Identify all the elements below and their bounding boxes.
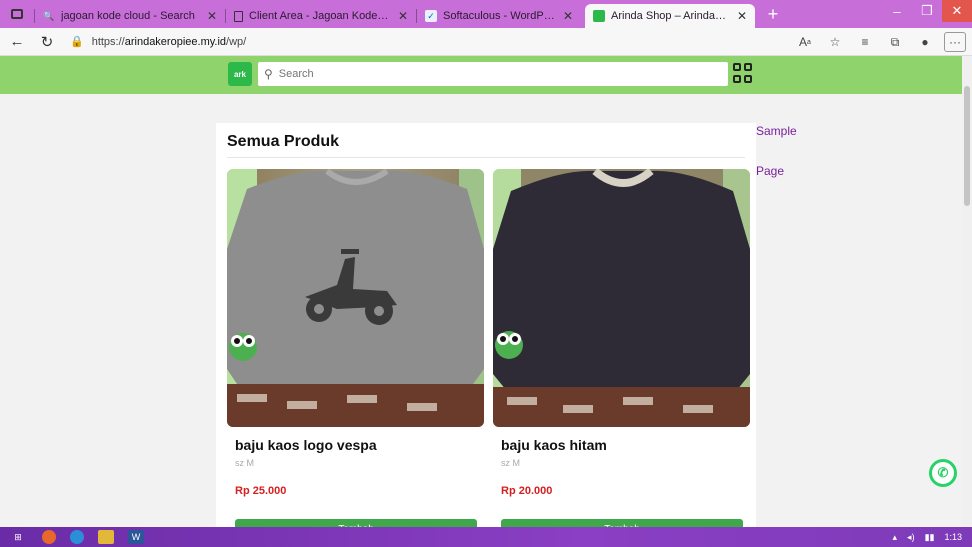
close-icon[interactable]: ✕ bbox=[563, 9, 573, 23]
softaculous-icon: ✓ bbox=[425, 10, 437, 22]
tab-actions-button[interactable] bbox=[6, 3, 28, 25]
volume-icon[interactable]: ◂) bbox=[907, 532, 915, 543]
lock-icon: 🔒 bbox=[70, 36, 84, 48]
product-size: sz M bbox=[235, 458, 254, 468]
search-icon: 🔍 bbox=[43, 10, 55, 21]
address-bar: ← ↻ 🔒 https://arindakeropiee.my.id/wp/ A… bbox=[0, 28, 972, 56]
section-title: Semua Produk bbox=[227, 133, 340, 150]
url-field[interactable]: 🔒 https://arindakeropiee.my.id/wp/ bbox=[70, 31, 760, 53]
tab-title: Arinda Shop – Arinda Keropiee bbox=[611, 10, 729, 22]
scrollbar-thumb[interactable] bbox=[964, 86, 970, 206]
close-icon[interactable]: ✕ bbox=[207, 9, 217, 23]
add-to-cart-button[interactable]: Tambah bbox=[501, 519, 743, 527]
minimize-button[interactable]: – bbox=[882, 0, 912, 22]
url-host: arindakeropiee.my.id bbox=[124, 35, 227, 48]
add-to-cart-button[interactable]: Tambah bbox=[235, 519, 477, 527]
site-logo[interactable]: ark bbox=[228, 62, 252, 86]
page-scrollbar[interactable] bbox=[962, 56, 972, 527]
product-price: Rp 25.000 bbox=[235, 485, 287, 497]
search-input[interactable] bbox=[278, 68, 699, 80]
product-card[interactable]: baju kaos logo vespa sz M Rp 25.000 Tamb… bbox=[227, 169, 484, 527]
sidebar-links: Sample Page bbox=[744, 108, 824, 194]
site-icon bbox=[593, 10, 605, 22]
sidebar-link-label: Sample bbox=[756, 124, 797, 138]
new-tab-button[interactable]: + bbox=[761, 2, 785, 26]
clock[interactable]: 1:13 bbox=[944, 532, 962, 542]
edge-icon[interactable] bbox=[70, 530, 84, 544]
profile-avatar-icon[interactable]: ● bbox=[910, 30, 940, 54]
favorite-star-icon[interactable]: ☆ bbox=[820, 30, 850, 54]
favorites-list-icon[interactable]: ≡ bbox=[850, 30, 880, 54]
divider bbox=[227, 157, 745, 158]
firefox-icon[interactable] bbox=[42, 530, 56, 544]
sidebar-link-page[interactable]: Page bbox=[744, 148, 824, 194]
collections-icon[interactable]: ⧉ bbox=[880, 30, 910, 54]
close-icon[interactable]: ✕ bbox=[737, 9, 747, 23]
url-text: https://arindakeropiee.my.id/wp/ bbox=[92, 36, 247, 48]
product-image-black-shirt[interactable] bbox=[493, 169, 750, 427]
grid-menu-icon[interactable] bbox=[733, 63, 753, 83]
close-window-button[interactable]: ✕ bbox=[942, 0, 972, 22]
page-viewport: ark ⚲ Sample Page Semua Produk bbox=[0, 56, 962, 527]
window-icon bbox=[11, 9, 23, 19]
chevron-up-icon[interactable]: ▴ bbox=[893, 532, 898, 543]
tab-title: Softaculous - WordPress Manage bbox=[443, 10, 555, 22]
tab-title: Client Area - Jagoan Kode Cloud bbox=[249, 10, 390, 22]
network-icon[interactable]: ▮▮ bbox=[925, 532, 935, 543]
product-name[interactable]: baju kaos logo vespa bbox=[235, 437, 377, 453]
back-button[interactable]: ← bbox=[4, 30, 30, 54]
page-icon bbox=[234, 10, 243, 22]
search-icon: ⚲ bbox=[264, 67, 273, 81]
site-search-box[interactable]: ⚲ bbox=[258, 62, 728, 86]
whatsapp-icon[interactable]: ✆ bbox=[929, 459, 957, 487]
product-image-vespa-shirt[interactable] bbox=[227, 169, 484, 427]
tab-client-area[interactable]: Client Area - Jagoan Kode Cloud ✕ bbox=[226, 4, 416, 28]
word-icon[interactable]: W bbox=[128, 530, 144, 544]
read-aloud-icon[interactable]: Aa bbox=[790, 30, 820, 54]
product-card[interactable]: baju kaos hitam sz M Rp 20.000 Tambah bbox=[493, 169, 750, 527]
tab-title: jagoan kode cloud - Search bbox=[61, 10, 195, 22]
product-name[interactable]: baju kaos hitam bbox=[501, 437, 607, 453]
file-explorer-icon[interactable] bbox=[98, 530, 114, 544]
product-size: sz M bbox=[501, 458, 520, 468]
product-price: Rp 20.000 bbox=[501, 485, 553, 497]
site-header: ark ⚲ bbox=[0, 56, 962, 94]
os-taskbar: ⊞ W ▴ ◂) ▮▮ 1:13 bbox=[0, 527, 972, 547]
tab-softaculous[interactable]: ✓ Softaculous - WordPress Manage ✕ bbox=[417, 4, 581, 28]
system-tray: ▴ ◂) ▮▮ 1:13 bbox=[883, 527, 962, 547]
close-icon[interactable]: ✕ bbox=[398, 9, 408, 23]
browser-tab-bar: 🔍 jagoan kode cloud - Search ✕ Client Ar… bbox=[0, 0, 972, 28]
start-icon[interactable]: ⊞ bbox=[8, 530, 28, 544]
tab-arinda-shop[interactable]: Arinda Shop – Arinda Keropiee ✕ bbox=[585, 4, 755, 28]
more-menu-button[interactable]: ··· bbox=[944, 32, 966, 52]
sidebar-link-label: Page bbox=[756, 164, 785, 178]
window-controls: – ❐ ✕ bbox=[882, 0, 972, 28]
maximize-button[interactable]: ❐ bbox=[912, 0, 942, 22]
tab-search[interactable]: 🔍 jagoan kode cloud - Search ✕ bbox=[35, 4, 225, 28]
url-prefix: https:// bbox=[91, 35, 125, 48]
toolbar-buttons: Aa ☆ ≡ ⧉ ● ··· bbox=[790, 30, 966, 54]
url-path: /wp/ bbox=[226, 35, 247, 48]
products-card: Semua Produk baju kaos logo vespa sz M R… bbox=[216, 123, 756, 527]
refresh-button[interactable]: ↻ bbox=[34, 30, 60, 54]
